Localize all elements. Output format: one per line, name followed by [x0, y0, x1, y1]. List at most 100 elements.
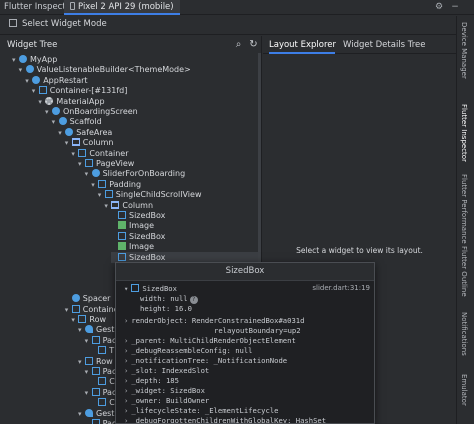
side-tab-emulator[interactable]: Emulator — [460, 374, 468, 406]
gear-widget-icon — [45, 96, 54, 105]
tree-node-label: OnBoardingScreen — [63, 107, 138, 116]
chevron-right-icon[interactable]: › — [124, 346, 128, 355]
tree-node[interactable]: T — [91, 345, 114, 356]
tree-node[interactable]: SizedBox — [111, 251, 258, 263]
chevron-right-icon[interactable]: › — [124, 406, 128, 415]
tree-node[interactable]: ▾ Pac — [85, 335, 116, 346]
popup-source-location[interactable]: slider.dart:31:19 — [312, 284, 370, 292]
tab-layout-explorer[interactable]: Layout Explorer — [269, 36, 336, 54]
image-widget-icon — [118, 221, 126, 230]
popup-property-row[interactable]: › _debugForgottenChildrenWithGlobalKey: H… — [124, 416, 326, 423]
tree-node-label: Spacer — [82, 294, 111, 304]
tree-node[interactable]: ▾ Padding — [91, 179, 141, 190]
help-icon[interactable]: ? — [189, 296, 198, 304]
popup-property-row[interactable]: › _owner: BuildOwner — [124, 396, 209, 406]
device-tab[interactable]: Pixel 2 API 29 (mobile) — [64, 0, 180, 15]
tree-node-label: ValueListenableBuilder<ThemeMode> — [36, 65, 191, 75]
property-value: 185 — [165, 376, 179, 385]
popup-property-row[interactable]: › _parent: MultiChildRenderObjectElement — [124, 336, 296, 346]
chevron-right-icon[interactable]: › — [124, 416, 128, 423]
tree-node[interactable]: ▾ Scaffold — [52, 116, 102, 127]
tree-node[interactable]: ▾ ValueListenableBuilder<ThemeMode> — [19, 64, 191, 75]
circle-widget-icon — [58, 117, 67, 126]
tree-node[interactable]: ▾ Column — [65, 137, 114, 148]
square-widget-icon — [91, 335, 100, 344]
tree-node[interactable]: ▾ Pac — [85, 366, 116, 377]
square-widget-icon — [91, 367, 100, 375]
chevron-right-icon[interactable]: › — [124, 316, 128, 325]
property-value: BuildOwner — [165, 396, 210, 405]
side-tab-flutter-performance[interactable]: Flutter Performance — [460, 174, 468, 244]
property-value: IndexedSlot — [161, 366, 210, 375]
chevron-right-icon[interactable]: › — [124, 356, 128, 365]
circle-widget-icon — [52, 107, 60, 115]
widget-hover-popup: SizedBox slider.dart:31:19 ▾ SizedBox wid… — [115, 262, 375, 424]
tree-node[interactable]: SizedBox — [111, 231, 165, 242]
tree-node-label: Column — [82, 138, 114, 148]
tree-node[interactable]: ▾ SingleChildScrollView — [98, 189, 202, 200]
tree-node[interactable]: SizedBox — [111, 210, 165, 221]
chevron-right-icon[interactable]: › — [124, 336, 128, 345]
popup-property-row[interactable]: › _lifecycleState: _ElementLifecycle — [124, 406, 278, 416]
square-widget-icon — [38, 86, 47, 95]
tree-node[interactable]: ▾ OnBoardingScreen — [45, 106, 138, 117]
popup-property-row[interactable]: › _slot: IndexedSlot — [124, 366, 209, 376]
chevron-right-icon[interactable]: › — [124, 366, 128, 375]
side-tab-flutter-inspector[interactable]: Flutter Inspector — [460, 104, 468, 162]
popup-width: width: null — [140, 294, 188, 303]
chevron-right-icon[interactable]: › — [124, 386, 128, 395]
tree-node[interactable]: ▾ Container — [65, 304, 122, 315]
property-key: _parent: — [131, 336, 171, 345]
tree-node[interactable]: ▾ AppRestart — [25, 75, 88, 86]
tree-node[interactable]: ▾ Column — [104, 200, 153, 211]
chevron-right-icon[interactable]: › — [124, 376, 128, 385]
search-icon[interactable]: ⌕ — [233, 39, 244, 50]
tree-node[interactable]: ▾ Container-[#131fd] — [32, 85, 127, 96]
chevron-right-icon[interactable]: › — [124, 396, 128, 405]
tree-node[interactable]: ▾ Pac — [85, 387, 116, 398]
tree-node-label: C — [109, 377, 115, 387]
tree-node[interactable]: C — [91, 397, 115, 408]
property-key: _lifecycleState: — [131, 406, 205, 415]
property-key: renderObject: — [131, 316, 192, 325]
tree-node[interactable]: Spacer — [65, 293, 111, 304]
popup-property-row[interactable]: › _depth: 185 — [124, 376, 179, 386]
gesture-widget-icon — [85, 325, 93, 334]
side-tab-flutter-outline[interactable]: Flutter Outline — [460, 246, 468, 297]
tab-widget-details-tree[interactable]: Widget Details Tree — [343, 36, 426, 54]
tree-node[interactable]: ▾ MyApp — [12, 54, 57, 65]
popup-property-row[interactable]: › _notificationTree: _NotificationNode — [124, 356, 287, 366]
square-widget-icon — [98, 179, 107, 188]
side-tab-notifications[interactable]: Notifications — [460, 312, 468, 356]
tree-node[interactable]: Image — [111, 220, 154, 231]
popup-property-row[interactable]: › _widget: SizedBox — [124, 386, 205, 396]
tree-node[interactable]: ▾ PageView — [78, 158, 134, 169]
square-widget-icon — [98, 377, 107, 386]
square-widget-icon — [98, 346, 107, 355]
tree-node-label: SingleChildScrollView — [115, 190, 202, 200]
tree-node[interactable]: Image — [111, 241, 154, 252]
popup-property-row[interactable]: › _debugReassembleConfig: null — [124, 346, 253, 356]
tree-node[interactable]: ▾ Row — [71, 314, 106, 325]
settings-gear-icon[interactable]: ⚙ — [434, 2, 444, 12]
tree-node[interactable]: ▾ Container — [71, 148, 128, 159]
property-key: _slot: — [131, 366, 162, 375]
side-tab-device-manager[interactable]: Device Manager — [460, 22, 468, 79]
popup-height: height: 16.0 — [140, 304, 192, 313]
tree-node[interactable]: C — [91, 376, 115, 387]
tree-node[interactable]: ▾ SafeArea — [58, 127, 112, 138]
popup-property-row[interactable]: › renderObject: RenderConstrainedBox#a031… — [124, 316, 304, 326]
sizedbox-icon — [131, 284, 140, 292]
popup-widget-row[interactable]: ▾ SizedBox — [124, 284, 177, 294]
tree-node-label: SizedBox — [129, 252, 166, 262]
select-widget-mode-button[interactable]: Select Widget Mode — [4, 18, 112, 33]
minimize-icon[interactable]: − — [450, 2, 460, 12]
tree-node[interactable]: ▾ SliderForOnBoarding — [85, 168, 185, 179]
tree-node[interactable]: ▾ Gestu — [78, 324, 120, 335]
tree-node[interactable]: ▾ Row — [78, 356, 113, 367]
tree-node[interactable]: ▾ Gestu — [78, 408, 120, 419]
refresh-icon[interactable]: ↻ — [248, 39, 259, 50]
square-widget-icon — [85, 356, 93, 365]
circle-widget-icon — [25, 65, 34, 74]
tree-node[interactable]: ▾ MaterialApp — [38, 96, 105, 107]
